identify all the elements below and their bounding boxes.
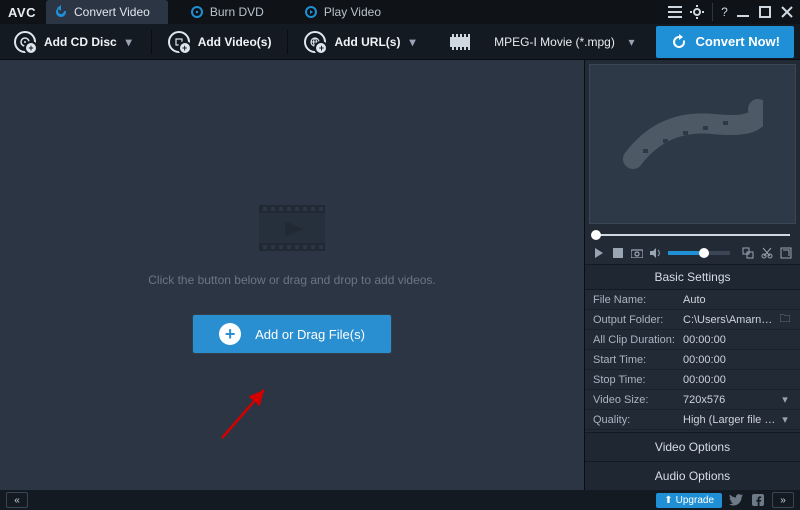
chevron-down-icon[interactable]: ▾ xyxy=(778,413,792,426)
audio-options-button[interactable]: Audio Options xyxy=(585,461,800,490)
chevron-down-icon[interactable]: ▾ xyxy=(123,35,135,49)
add-button-label: Add or Drag File(s) xyxy=(255,327,365,342)
detach-icon[interactable] xyxy=(742,246,755,260)
browse-folder-icon[interactable]: 🗀 xyxy=(778,310,792,329)
upgrade-button[interactable]: ⬆Upgrade xyxy=(656,493,722,508)
convert-now-button[interactable]: Convert Now! xyxy=(656,26,795,58)
stop-icon[interactable] xyxy=(612,246,625,260)
chevron-down-icon[interactable]: ▾ xyxy=(778,393,792,406)
add-or-drag-files-button[interactable]: + Add or Drag File(s) xyxy=(193,315,391,353)
up-arrow-icon: ⬆ xyxy=(664,495,672,506)
add-cd-label: Add CD Disc xyxy=(44,35,117,49)
gear-icon[interactable] xyxy=(688,3,706,21)
setting-video-size[interactable]: Video Size:720x576▾ xyxy=(585,390,800,410)
setting-quality[interactable]: Quality:High (Larger file size)▾ xyxy=(585,410,800,430)
disc-plus-icon xyxy=(14,31,36,53)
add-urls-label: Add URL(s) xyxy=(334,35,400,49)
convert-label: Convert Now! xyxy=(696,34,781,49)
film-icon xyxy=(450,34,470,50)
globe-plus-icon xyxy=(304,31,326,53)
refresh-icon xyxy=(54,5,68,19)
output-profile-label: MPEG-I Movie (*.mpg) xyxy=(490,35,620,49)
setting-output-folder: Output Folder:C:\Users\Amarnath\On...🗀 xyxy=(585,310,800,330)
file-name-value[interactable]: Auto xyxy=(683,294,792,306)
tab-burn-dvd[interactable]: Burn DVD xyxy=(182,0,282,24)
disc-icon xyxy=(190,5,204,19)
add-videos-button[interactable]: Add Video(s) xyxy=(160,28,280,56)
plus-circle-icon: + xyxy=(219,323,241,345)
setting-start-time: Start Time:00:00:00 xyxy=(585,350,800,370)
minimize-button[interactable] xyxy=(734,3,752,21)
add-cd-disc-button[interactable]: Add CD Disc ▾ xyxy=(6,28,143,56)
stage-hint: Click the button below or drag and drop … xyxy=(148,273,436,287)
setting-file-name: File Name:Auto xyxy=(585,290,800,310)
edit-icon[interactable] xyxy=(779,246,792,260)
menu-icon[interactable] xyxy=(666,3,684,21)
tab-label: Burn DVD xyxy=(210,5,264,19)
scissors-icon[interactable] xyxy=(761,246,774,260)
add-urls-button[interactable]: Add URL(s) ▾ xyxy=(296,28,426,56)
volume-slider[interactable] xyxy=(668,251,730,255)
volume-icon[interactable] xyxy=(649,246,662,260)
annotation-arrow xyxy=(218,382,288,442)
convert-icon xyxy=(670,33,688,51)
help-icon[interactable]: ? xyxy=(712,3,730,21)
snapshot-icon[interactable] xyxy=(630,246,643,260)
tab-label: Play Video xyxy=(324,5,381,19)
chevron-down-icon[interactable]: ▾ xyxy=(626,35,638,49)
setting-all-clip-duration: All Clip Duration:00:00:00 xyxy=(585,330,800,350)
film-plus-icon xyxy=(168,31,190,53)
preview-pane xyxy=(589,64,796,224)
app-logo: AVC xyxy=(8,5,36,20)
tab-play-video[interactable]: Play Video xyxy=(296,0,399,24)
collapse-left-button[interactable]: « xyxy=(6,492,28,508)
timeline-slider[interactable] xyxy=(591,228,794,242)
maximize-button[interactable] xyxy=(756,3,774,21)
facebook-icon[interactable] xyxy=(750,492,766,508)
play-icon[interactable] xyxy=(593,246,606,260)
tab-convert-video[interactable]: Convert Video xyxy=(46,0,168,24)
drop-stage[interactable]: Click the button below or drag and drop … xyxy=(0,60,584,490)
chevron-down-icon[interactable]: ▾ xyxy=(406,35,418,49)
basic-settings-header: Basic Settings xyxy=(585,264,800,290)
setting-stop-time: Stop Time:00:00:00 xyxy=(585,370,800,390)
twitter-icon[interactable] xyxy=(728,492,744,508)
play-icon xyxy=(304,5,318,19)
video-options-button[interactable]: Video Options xyxy=(585,432,800,461)
expand-right-button[interactable]: » xyxy=(772,492,794,508)
filmstrip-icon xyxy=(253,197,331,259)
output-profile-selector[interactable]: MPEG-I Movie (*.mpg) ▾ xyxy=(442,28,646,56)
close-button[interactable] xyxy=(778,3,796,21)
tab-label: Convert Video xyxy=(74,5,150,19)
add-videos-label: Add Video(s) xyxy=(198,35,272,49)
